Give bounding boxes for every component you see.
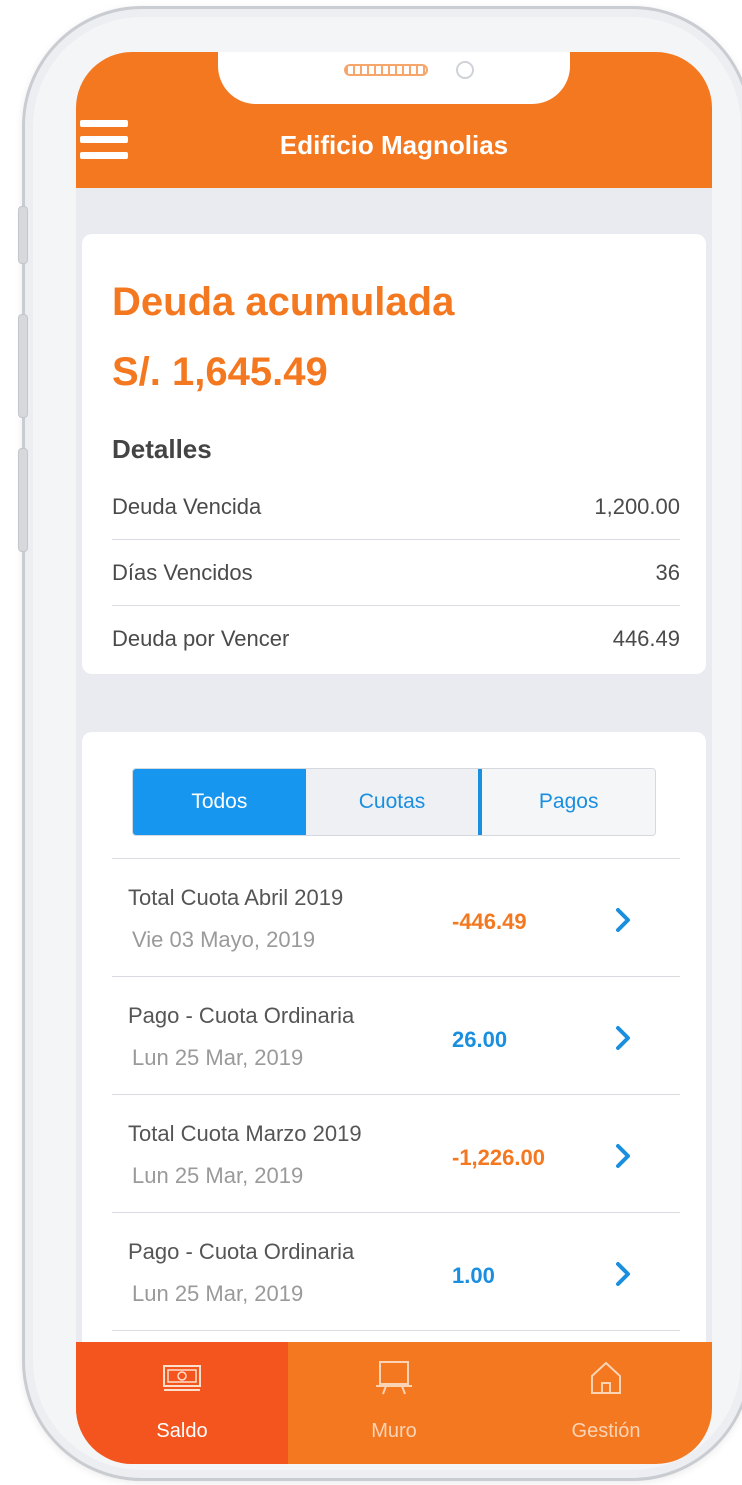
nav-label: Gestión xyxy=(571,1420,641,1442)
list-item[interactable]: Total Cuota Marzo 2019 Lun 25 Mar, 2019 … xyxy=(112,1095,680,1213)
debt-amount: S/. 1,645.49 xyxy=(112,350,328,394)
detail-value: 446.49 xyxy=(612,626,680,651)
app-screen: Edificio Magnolias Deuda acumulada S/. 1… xyxy=(76,52,712,1464)
page-title: Edificio Magnolias xyxy=(279,130,509,160)
phone-notch xyxy=(218,52,570,104)
list-item[interactable]: Pago - Cuota Ordinaria Lun 25 Mar, 2019 … xyxy=(112,977,680,1095)
phone-side-button xyxy=(18,206,28,264)
transaction-list: Total Cuota Abril 2019 Vie 03 Mayo, 2019… xyxy=(112,858,680,1331)
nav-label: Saldo xyxy=(156,1420,208,1442)
detail-label: Deuda Vencida xyxy=(112,493,262,519)
list-item[interactable]: Pago - Cuota Ordinaria Lun 25 Mar, 2019 … xyxy=(112,1213,680,1331)
debt-summary-card: Deuda acumulada S/. 1,645.49 Detalles De… xyxy=(82,234,706,674)
transaction-date: Vie 03 Mayo, 2019 xyxy=(132,927,316,952)
chevron-right-icon[interactable] xyxy=(608,1259,638,1289)
transaction-amount: -1,226.00 xyxy=(452,1145,545,1170)
transaction-title: Pago - Cuota Ordinaria xyxy=(128,1003,355,1028)
app-header: Edificio Magnolias xyxy=(76,52,712,188)
detail-row-dias-vencidos: Días Vencidos 36 xyxy=(112,540,680,606)
phone-volume-up-button xyxy=(18,314,28,418)
transaction-title: Pago - Cuota Ordinaria xyxy=(128,1239,355,1264)
nav-item-gestion[interactable]: Gestión xyxy=(500,1342,712,1464)
detail-value: 36 xyxy=(655,559,680,585)
home-icon xyxy=(591,1361,621,1394)
speaker-grille xyxy=(344,64,428,76)
money-bill-icon xyxy=(163,1365,201,1391)
phone-volume-down-button xyxy=(18,448,28,552)
tab-todos[interactable]: Todos xyxy=(133,769,306,835)
nav-label: Muro xyxy=(371,1420,417,1442)
list-item[interactable]: Total Cuota Abril 2019 Vie 03 Mayo, 2019… xyxy=(112,859,680,977)
detail-row-deuda-por-vencer: Deuda por Vencer 446.49 xyxy=(112,606,680,672)
details-heading: Detalles xyxy=(112,434,212,464)
transaction-date: Lun 25 Mar, 2019 xyxy=(132,1045,304,1070)
detail-label: Deuda por Vencer xyxy=(112,626,290,651)
chevron-right-icon[interactable] xyxy=(608,905,638,935)
transaction-date: Lun 25 Mar, 2019 xyxy=(132,1163,304,1188)
tab-cuotas[interactable]: Cuotas xyxy=(306,769,479,835)
detail-row-deuda-vencida: Deuda Vencida 1,200.00 xyxy=(112,474,680,540)
transaction-date: Lun 25 Mar, 2019 xyxy=(132,1281,304,1306)
detail-value: 1,200.00 xyxy=(594,493,680,519)
nav-item-saldo[interactable]: Saldo xyxy=(76,1342,288,1464)
transaction-amount: 26.00 xyxy=(452,1027,508,1052)
transaction-amount: -446.49 xyxy=(452,909,527,934)
board-icon xyxy=(376,1361,412,1395)
chevron-right-icon[interactable] xyxy=(608,1023,638,1053)
detail-label: Días Vencidos xyxy=(112,559,253,585)
transaction-amount: 1.00 xyxy=(452,1263,495,1288)
chevron-right-icon[interactable] xyxy=(608,1141,638,1171)
transaction-title: Total Cuota Marzo 2019 xyxy=(128,1121,362,1146)
bottom-navigation: Saldo Muro Gestión xyxy=(76,1342,712,1464)
tab-pagos[interactable]: Pagos xyxy=(478,769,655,835)
nav-item-muro[interactable]: Muro xyxy=(288,1342,500,1464)
front-camera xyxy=(456,61,474,79)
filter-segmented-control: Todos Cuotas Pagos xyxy=(132,768,656,836)
transaction-title: Total Cuota Abril 2019 xyxy=(128,885,344,910)
debt-title: Deuda acumulada xyxy=(112,280,455,324)
